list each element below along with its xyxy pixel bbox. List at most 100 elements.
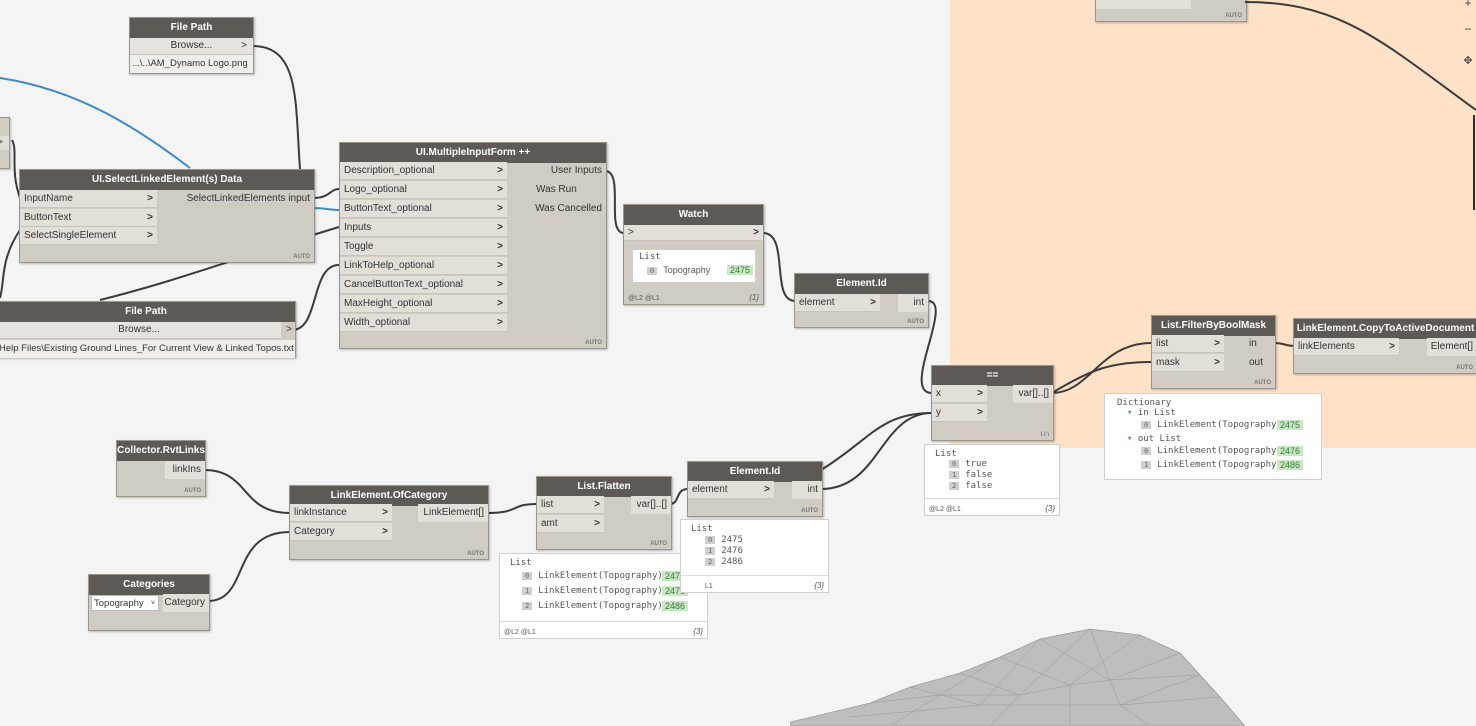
port-label: Toggle (344, 241, 374, 252)
input-port-list[interactable]: list > (1152, 335, 1224, 353)
output-port-link-ins[interactable]: linkIns (165, 461, 205, 479)
input-port-cancel-button-text[interactable]: CancelButtonText_optional > (340, 276, 507, 294)
output-port-element[interactable]: Element[] (1427, 338, 1476, 356)
input-port-button-text[interactable]: ButtonText_optional > (340, 200, 507, 218)
output-port-user-inputs[interactable]: User Inputs (526, 162, 606, 180)
node-title: File Path (130, 18, 253, 38)
watch-port-row[interactable]: > > (624, 225, 763, 241)
filter-by-bool-mask-node[interactable]: List.FilterByBoolMask list > mask > in out… (1151, 315, 1276, 389)
input-port-width[interactable]: Width_optional > (340, 314, 507, 332)
input-port-x[interactable]: x > (932, 385, 987, 403)
input-port[interactable]: > (628, 227, 634, 238)
input-port-logo[interactable]: Logo_optional > (340, 181, 507, 199)
categories-node[interactable]: Categories Topography ˅ Category (88, 574, 210, 631)
input-port-select-single[interactable]: SelectSingleElement > (20, 227, 157, 245)
list-index: 0 (1141, 421, 1152, 429)
list-index: 0 (705, 536, 716, 544)
output-port-link-element[interactable]: LinkElement[] (418, 504, 488, 522)
output-port[interactable]: > (753, 225, 759, 241)
node-title: UI.SelectLinkedElement(s) Data (20, 170, 314, 190)
input-port-inputs[interactable]: Inputs > (340, 219, 507, 237)
input-port-input-name[interactable]: InputName > (20, 190, 157, 208)
element-id-node-bottom[interactable]: Element.Id element > int AUTO (687, 461, 823, 517)
port-arrow: > (497, 279, 503, 290)
output-port-category[interactable]: Category (163, 594, 209, 612)
wire (291, 264, 340, 331)
port-label: element (799, 297, 835, 308)
preview-count: {3} (693, 627, 703, 636)
port-label: Category (294, 526, 335, 537)
output-port-var[interactable]: var[]..[] (1013, 385, 1053, 403)
port-label: ButtonText_optional (344, 203, 432, 214)
output-port-select-linked[interactable]: SelectLinkedElements input (164, 190, 314, 208)
input-port-y[interactable]: y > (932, 404, 987, 422)
output-port-in[interactable]: in (1245, 335, 1275, 353)
input-port-mask[interactable]: mask > (1152, 354, 1224, 372)
list-label: List (1159, 434, 1182, 444)
port-arrow: > (870, 297, 876, 308)
port-arrow: > (594, 499, 600, 510)
input-port-link-to-help[interactable]: LinkToHelp_optional > (340, 257, 507, 275)
output-port-out[interactable]: out (1245, 354, 1275, 372)
input-port-amt[interactable]: amt > (537, 515, 604, 533)
lacing-label: AUTO (184, 488, 201, 494)
output-port[interactable]: > (241, 38, 247, 54)
list-item: 0 LinkElement(Topography) (1141, 446, 1282, 456)
output-port-was-run[interactable]: Was Run (526, 181, 606, 199)
select-linked-node[interactable]: UI.SelectLinkedElement(s) Data InputName… (19, 169, 315, 263)
port-arrow: > (147, 193, 153, 204)
list-item-text: Topography (663, 265, 711, 275)
graph-canvas[interactable]: + − ✥ AUTO > (0, 0, 1476, 726)
output-port-int[interactable]: int (898, 294, 928, 312)
dropdown-value: Topography (94, 598, 144, 609)
collector-rvt-links-node[interactable]: Collector.RvtLinks linkIns AUTO (116, 440, 206, 497)
input-port-button-text[interactable]: ButtonText > (20, 209, 157, 227)
browse-button[interactable]: Browse... > (130, 38, 253, 55)
input-port-max-height[interactable]: MaxHeight_optional > (340, 295, 507, 313)
output-port-int[interactable]: int (792, 481, 822, 499)
wire (203, 469, 291, 514)
output-port[interactable]: > (286, 324, 292, 335)
input-port-element[interactable]: element > (795, 294, 880, 312)
output-port-was-cancelled[interactable]: Was Cancelled (526, 200, 606, 218)
copy-to-active-document-node[interactable]: LinkElement.CopyToActiveDocument linkEle… (1293, 318, 1476, 374)
watch-levels: @L2 @L1 (628, 295, 660, 302)
list-item-text: false (965, 481, 993, 491)
port-label: LinkToHelp_optional (344, 260, 435, 271)
watch-node[interactable]: Watch > > List 0 Topography 2475 @L2 @L1 … (623, 204, 764, 305)
wire (820, 412, 933, 471)
input-port-link-instance[interactable]: linkInstance > (290, 504, 392, 522)
lacing-label: AUTO (467, 551, 484, 557)
file-path-node-top[interactable]: File Path Browse... > ...\..\AM_Dynamo L… (129, 17, 254, 74)
link-element-of-category-node[interactable]: LinkElement.OfCategory linkInstance > Cat… (289, 485, 489, 560)
port-label: SelectSingleElement (24, 230, 117, 241)
lacing-label: AUTO (1456, 365, 1473, 371)
multiple-input-form-node[interactable]: UI.MultipleInputForm ++ Description_opti… (339, 142, 607, 349)
wire (1273, 342, 1295, 347)
list-item-text: false (965, 470, 993, 480)
input-port-element[interactable]: element > (688, 481, 774, 499)
input-port-list[interactable]: list > (537, 496, 604, 514)
input-port-category[interactable]: Category > (290, 523, 392, 541)
list-index: 1 (705, 547, 716, 555)
port-label: linkElements (1298, 341, 1355, 352)
list-flatten-node[interactable]: List.Flatten list > amt > var[]..[] AUTO (536, 476, 672, 550)
port-arrow: > (382, 526, 388, 537)
browse-button[interactable]: Browse... (0, 322, 281, 339)
list-index: 1 (1141, 461, 1152, 469)
category-dropdown[interactable]: Topography ˅ (91, 595, 159, 611)
lacing-label: AUTO (293, 254, 310, 260)
wire (251, 45, 301, 170)
element-id-node-top[interactable]: Element.Id element > int AUTO (794, 273, 929, 328)
filter-preview: Dictionary ▾ in List 0 LinkElement(Topogr… (1104, 393, 1322, 480)
list-item: 2 2486 (705, 557, 743, 567)
input-port-toggle[interactable]: Toggle > (340, 238, 507, 256)
file-path-node-bottom[interactable]: File Path Browse... > Help Files\Existin… (0, 301, 296, 358)
list-item-text: 2475 (721, 535, 743, 545)
input-port-link-elements[interactable]: linkElements > (1294, 338, 1399, 356)
equals-node[interactable]: == x > y > var[]..[] l l \ (931, 365, 1054, 441)
wire (1051, 361, 1152, 394)
list-item-text: LinkElement(Topography) (538, 601, 663, 611)
input-port-description[interactable]: Description_optional > (340, 162, 507, 180)
output-port-var[interactable]: var[]..[] (631, 496, 671, 514)
